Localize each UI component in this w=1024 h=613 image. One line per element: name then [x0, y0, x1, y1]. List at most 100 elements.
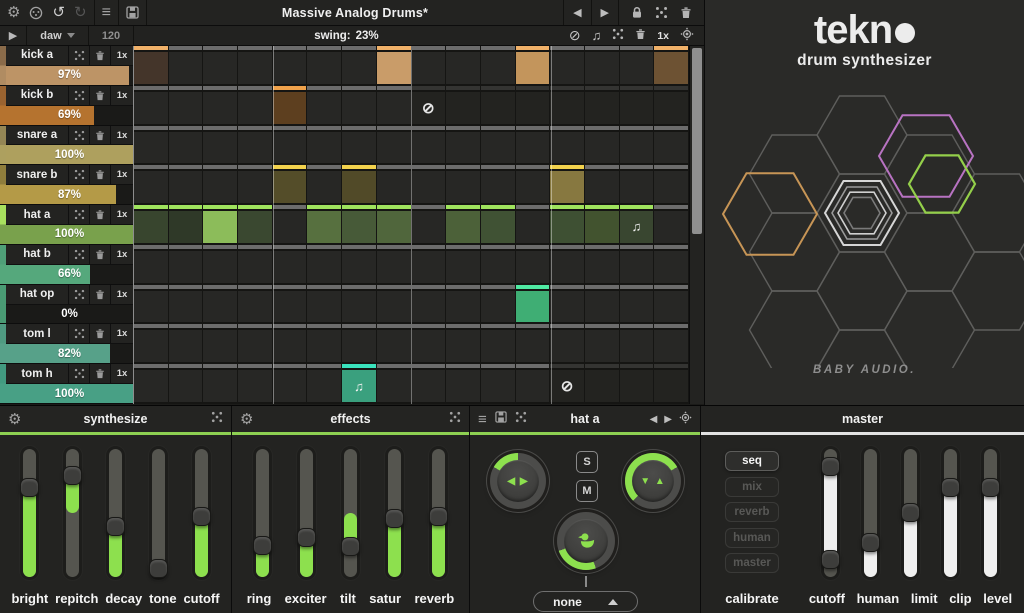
slider-handle[interactable] [861, 533, 880, 552]
settings-gear-icon[interactable]: ⚙ [240, 412, 253, 427]
step-cell[interactable] [516, 205, 551, 245]
clear-track-button[interactable] [89, 165, 110, 184]
slider-handle[interactable] [981, 478, 1000, 497]
cutoff-slider[interactable] [824, 449, 837, 577]
step-cell[interactable] [238, 364, 273, 404]
swing-control[interactable]: swing: 23% [134, 26, 559, 45]
master-button[interactable]: master [725, 553, 779, 573]
step-cell[interactable] [446, 285, 481, 325]
step-cell[interactable] [412, 285, 447, 325]
slider-handle[interactable] [106, 517, 125, 536]
step-cell[interactable] [412, 126, 447, 166]
track-velocity-bar[interactable]: 100% [6, 225, 133, 244]
limit-slider[interactable] [904, 449, 917, 577]
step-cell[interactable]: ⊘ [550, 364, 585, 404]
step-cell[interactable] [516, 324, 551, 364]
track-velocity-bar[interactable]: 100% [6, 384, 133, 403]
track-rate-button[interactable]: 1x [110, 165, 133, 184]
track-name[interactable]: snare b [6, 165, 68, 184]
track-rate-button[interactable]: 1x [110, 324, 133, 343]
step-cell[interactable] [307, 165, 342, 205]
step-cell[interactable] [134, 205, 169, 245]
step-cell[interactable] [203, 245, 238, 285]
step-cell[interactable] [238, 245, 273, 285]
step-cell[interactable] [550, 205, 585, 245]
step-cell[interactable] [134, 86, 169, 126]
step-cell[interactable] [169, 205, 204, 245]
step-cell[interactable] [620, 126, 655, 166]
step-cell[interactable] [516, 46, 551, 86]
randomize-track-button[interactable] [68, 364, 89, 383]
menu-icon[interactable]: ≡ [478, 412, 487, 427]
mute-button[interactable]: M [576, 480, 598, 502]
clear-track-button[interactable] [89, 285, 110, 304]
step-cell[interactable] [516, 364, 551, 404]
step-cell[interactable] [550, 126, 585, 166]
step-cell[interactable] [134, 245, 169, 285]
step-cell[interactable] [481, 46, 516, 86]
step-cell[interactable] [585, 126, 620, 166]
step-cell[interactable] [307, 324, 342, 364]
decay-slider[interactable] [109, 449, 122, 577]
step-cell[interactable] [620, 165, 655, 205]
save-icon[interactable] [119, 0, 146, 25]
track-name[interactable]: hat b [6, 245, 68, 264]
step-cell[interactable] [377, 165, 412, 205]
step-cell[interactable] [412, 165, 447, 205]
step-cell[interactable] [446, 126, 481, 166]
step-cell[interactable] [203, 205, 238, 245]
step-cell[interactable] [377, 324, 412, 364]
track-velocity-bar[interactable]: 100% [6, 145, 133, 164]
block-icon[interactable]: ⊘ [569, 27, 581, 44]
step-cell[interactable] [203, 285, 238, 325]
step-cell[interactable] [203, 46, 238, 86]
step-cell[interactable] [585, 245, 620, 285]
step-cell[interactable] [412, 364, 447, 404]
bpm-field[interactable]: 120 [89, 26, 134, 45]
step-cell[interactable] [238, 46, 273, 86]
step-cell[interactable] [550, 46, 585, 86]
step-cell[interactable] [307, 126, 342, 166]
step-cell[interactable] [585, 86, 620, 126]
slider-handle[interactable] [429, 507, 448, 526]
step-cell[interactable] [203, 324, 238, 364]
step-cell[interactable] [169, 46, 204, 86]
step-cell[interactable] [446, 245, 481, 285]
step-cell[interactable] [585, 285, 620, 325]
cutoff-slider[interactable] [195, 449, 208, 577]
track-rate-button[interactable]: 1x [110, 245, 133, 264]
slider-handle[interactable] [63, 466, 82, 485]
randomize-track-button[interactable] [68, 126, 89, 145]
step-cell[interactable] [273, 285, 308, 325]
repitch-slider[interactable] [66, 449, 79, 577]
step-cell[interactable] [273, 46, 308, 86]
clear-track-button[interactable] [89, 324, 110, 343]
track-velocity-bar[interactable]: 82% [6, 344, 133, 363]
step-cell[interactable] [342, 165, 377, 205]
step-cell[interactable] [169, 285, 204, 325]
step-cell[interactable] [134, 285, 169, 325]
randomize-track-button[interactable] [68, 165, 89, 184]
clear-track-button[interactable] [89, 86, 110, 105]
randomize-track-button[interactable] [68, 86, 89, 105]
step-cell[interactable] [273, 364, 308, 404]
randomize-track-button[interactable] [68, 205, 89, 224]
next-preset-button[interactable]: ▶ [592, 0, 618, 25]
step-cell[interactable] [481, 86, 516, 126]
track-name[interactable]: tom h [6, 364, 68, 383]
step-cell[interactable] [169, 364, 204, 404]
tilt-slider[interactable] [344, 449, 357, 577]
slider-handle[interactable] [941, 478, 960, 497]
undo-icon[interactable]: ↺ [52, 5, 65, 20]
midi-icon[interactable] [29, 6, 43, 20]
step-cell[interactable] [620, 245, 655, 285]
step-cell[interactable] [446, 364, 481, 404]
step-cell[interactable] [238, 285, 273, 325]
randomize-track-button[interactable] [68, 46, 89, 65]
step-cell[interactable] [169, 126, 204, 166]
randomize-track-button[interactable] [68, 324, 89, 343]
step-cell[interactable]: ♫ [620, 205, 655, 245]
level-slider[interactable] [984, 449, 997, 577]
sync-mode-dropdown[interactable]: daw [27, 26, 89, 45]
randomize-track-button[interactable] [68, 245, 89, 264]
